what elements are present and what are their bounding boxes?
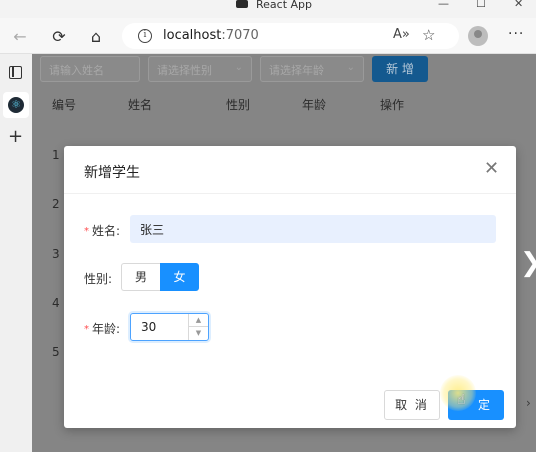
- tab-favicon: [236, 0, 248, 8]
- chevron-right-icon[interactable]: ❯: [520, 248, 536, 278]
- tab-title: React App: [256, 0, 313, 11]
- modal-header: 新增学生 ✕: [64, 146, 516, 194]
- new-tab-icon[interactable]: +: [8, 126, 23, 147]
- active-tab[interactable]: ⚛: [3, 92, 29, 118]
- table-header: 编号 姓名 性别 年龄 操作: [32, 92, 536, 118]
- age-stepper: ▲ ▼: [188, 314, 208, 340]
- profile-avatar[interactable]: [468, 26, 488, 46]
- chevron-right-small-icon: ›: [526, 396, 531, 410]
- tab-actions-icon[interactable]: [9, 66, 22, 79]
- age-value: 30: [141, 320, 157, 334]
- gender-label: 性别:: [84, 272, 113, 286]
- site-info-icon[interactable]: i: [138, 29, 152, 43]
- age-label: * 年龄:: [84, 320, 120, 337]
- add-button[interactable]: 新 增: [372, 56, 428, 82]
- add-student-modal: 新增学生 ✕ * 姓名: 张三 性别: 男 女 * 年龄: 30 ▲ ▼ 取 消 定…: [64, 146, 516, 428]
- close-window-button[interactable]: ✕: [514, 0, 523, 9]
- url-text[interactable]: localhost:7070: [163, 28, 259, 43]
- minimize-button[interactable]: —: [438, 0, 449, 9]
- close-icon[interactable]: ✕: [484, 160, 499, 178]
- age-input[interactable]: 30 ▲ ▼: [130, 313, 209, 341]
- chevron-down-icon: ⌄: [234, 62, 243, 73]
- gender-filter-placeholder: 请选择性别: [157, 64, 212, 77]
- table-row-number: 2: [52, 197, 60, 211]
- hand-cursor-icon: ☝: [457, 392, 466, 408]
- filter-bar: 请输入姓名 请选择性别 ⌄ 请选择年龄 ⌄ 新 增: [32, 54, 536, 84]
- window-titlebar: React App — ☐ ✕: [0, 0, 536, 18]
- url-host: localhost: [163, 28, 222, 43]
- age-filter-placeholder: 请选择年龄: [269, 64, 324, 77]
- react-icon: ⚛: [8, 97, 24, 113]
- more-menu-icon[interactable]: ···: [508, 26, 524, 42]
- maximize-button[interactable]: ☐: [476, 0, 486, 9]
- modal-title: 新增学生: [84, 165, 140, 181]
- age-label-text: 年龄:: [92, 322, 121, 336]
- favorite-icon[interactable]: ☆: [422, 26, 435, 44]
- column-header-age: 年龄: [302, 98, 327, 112]
- name-label-text: 姓名:: [92, 224, 121, 238]
- url-port: :7070: [221, 28, 259, 43]
- gender-filter-select[interactable]: 请选择性别 ⌄: [148, 56, 252, 82]
- age-filter-select[interactable]: 请选择年龄 ⌄: [260, 56, 364, 82]
- table-row-number: 3: [52, 247, 60, 261]
- column-header-name: 姓名: [128, 98, 153, 112]
- gender-option-female[interactable]: 女: [160, 263, 199, 291]
- name-filter-input[interactable]: 请输入姓名: [40, 56, 140, 82]
- browser-toolbar: ← ⟳ ⌂ i localhost:7070 A» ☆ ···: [0, 18, 536, 54]
- read-aloud-icon[interactable]: A»: [393, 27, 410, 42]
- refresh-icon[interactable]: ⟳: [49, 26, 69, 46]
- required-mark: *: [84, 226, 89, 237]
- name-label: * 姓名:: [84, 222, 120, 239]
- table-row-number: 1: [52, 148, 60, 162]
- increment-icon[interactable]: ▲: [189, 314, 208, 327]
- table-row-number: 5: [52, 345, 60, 359]
- home-icon[interactable]: ⌂: [86, 26, 106, 46]
- vertical-tabs-sidebar: ⚛ +: [0, 54, 32, 452]
- column-header-actions: 操作: [380, 98, 405, 112]
- address-bar[interactable]: i localhost:7070 A» ☆: [122, 23, 459, 49]
- decrement-icon[interactable]: ▼: [189, 327, 208, 340]
- chevron-down-icon: ⌄: [346, 62, 355, 73]
- back-icon[interactable]: ←: [10, 26, 30, 46]
- column-header-gender: 性别: [226, 98, 251, 112]
- name-input[interactable]: 张三: [130, 215, 496, 243]
- required-mark: *: [84, 324, 89, 335]
- cancel-button[interactable]: 取 消: [384, 390, 440, 420]
- table-row-number: 4: [52, 296, 60, 310]
- ok-button-label: 定: [477, 398, 492, 412]
- column-header-id: 编号: [52, 98, 77, 112]
- gender-option-male[interactable]: 男: [121, 263, 160, 291]
